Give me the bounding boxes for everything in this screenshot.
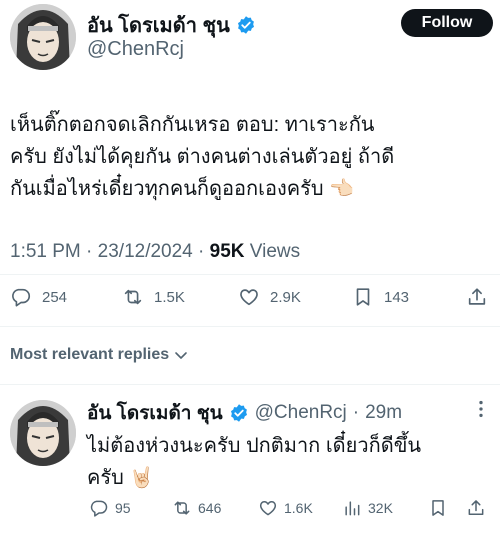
reply-share-button[interactable]	[466, 498, 486, 518]
reply-author-name[interactable]: อัน โดรเมด้า ชุน	[87, 398, 223, 428]
bookmark-icon	[432, 500, 444, 516]
author-handle[interactable]: @ChenRcj	[87, 38, 184, 61]
reply-header: อัน โดรเมด้า ชุน @ChenRcj · 29m	[87, 398, 402, 428]
meta-separator: ·	[86, 241, 93, 262]
reply-author-avatar[interactable]	[10, 400, 76, 466]
reply-time[interactable]: 29m	[365, 402, 402, 424]
avatar-image	[10, 400, 76, 466]
reply-dot: ·	[352, 402, 360, 423]
reply-retweet-count: 646	[198, 500, 222, 516]
reply-bookmark-button[interactable]	[428, 498, 448, 518]
bookmark-button[interactable]: 143	[352, 286, 409, 308]
bookmark-icon	[356, 288, 370, 306]
tweet-text-line: กันเมื่อไหร่เดี๋ยวทุกคนก็ดูออกเองครับ 👈🏻	[10, 178, 355, 200]
divider	[0, 326, 500, 327]
views-label: Views	[249, 241, 301, 262]
reply-views-button[interactable]: 32K	[342, 498, 393, 518]
verified-badge-icon	[230, 404, 247, 422]
like-button[interactable]: 2.9K	[238, 286, 301, 308]
tweet-text: เห็นติ๊กตอกจดเลิกกันเหรอ ตอบ: ทาเราะกัน …	[10, 109, 490, 205]
reply-author-handle[interactable]: @ChenRcj	[255, 402, 347, 424]
author-avatar[interactable]	[10, 4, 76, 70]
more-icon[interactable]	[470, 398, 492, 420]
views-chart-icon	[345, 501, 360, 516]
reply-actions: 95 646 1.6K 32K	[0, 498, 500, 520]
reply-count: 254	[42, 288, 68, 306]
retweet-button[interactable]: 1.5K	[122, 286, 185, 308]
reply-reply-button[interactable]: 95	[89, 498, 131, 518]
tweet-date[interactable]: 23/12/2024	[98, 241, 193, 262]
reply-text-line: ไม่ต้องห่วงนะครับ ปกติมาก เดี๋ยวก็ดีขึ้น	[87, 435, 422, 457]
chevron-down-icon	[175, 352, 187, 359]
share-icon	[468, 500, 484, 515]
replies-sort-dropdown[interactable]: Most relevant replies	[10, 346, 189, 364]
follow-button[interactable]: Follow	[401, 9, 493, 37]
tweet-text-line: ครับ ยังไม่ได้คุยกัน ต่างคนต่างเล่นตัวอย…	[10, 146, 395, 168]
reply-button[interactable]: 254	[10, 286, 67, 308]
reply-text-line: ครับ 🤘🏻	[87, 467, 155, 489]
tweet-text-line: เห็นติ๊กตอกจดเลิกกันเหรอ ตอบ: ทาเราะกัน	[10, 114, 375, 136]
views-count: 95K	[209, 241, 245, 262]
reply-views-count: 32K	[368, 500, 393, 516]
replies-sort-label: Most relevant replies	[10, 346, 170, 363]
divider	[0, 384, 500, 385]
reply-reply-count: 95	[115, 500, 131, 516]
reply-icon	[90, 500, 108, 517]
tweet-time[interactable]: 1:51 PM	[10, 241, 81, 262]
share-button[interactable]	[466, 286, 488, 308]
like-icon	[240, 289, 258, 306]
reply-like-button[interactable]: 1.6K	[258, 498, 313, 518]
tweet-meta: 1:51 PM · 23/12/2024 · 95K Views	[10, 241, 300, 263]
author-name-text[interactable]: อัน โดรเมด้า ชุน	[87, 9, 230, 41]
like-count: 2.9K	[270, 288, 301, 306]
retweet-count: 1.5K	[154, 288, 185, 306]
like-icon	[259, 501, 277, 516]
retweet-icon	[174, 501, 190, 515]
reply-like-count: 1.6K	[284, 500, 313, 516]
tweet-actions: 254 1.5K 2.9K 143	[0, 286, 500, 312]
avatar-image	[10, 4, 76, 70]
bookmark-count: 143	[384, 288, 410, 306]
meta-separator: ·	[198, 241, 205, 262]
verified-badge-icon	[237, 16, 254, 34]
divider	[0, 274, 500, 275]
reply-retweet-button[interactable]: 646	[172, 498, 221, 518]
share-icon	[468, 288, 486, 305]
reply-icon	[12, 288, 31, 307]
reply-text: ไม่ต้องห่วงนะครับ ปกติมาก เดี๋ยวก็ดีขึ้น…	[87, 430, 487, 494]
retweet-icon	[124, 289, 142, 305]
author-name[interactable]: อัน โดรเมด้า ชุน	[87, 9, 256, 41]
